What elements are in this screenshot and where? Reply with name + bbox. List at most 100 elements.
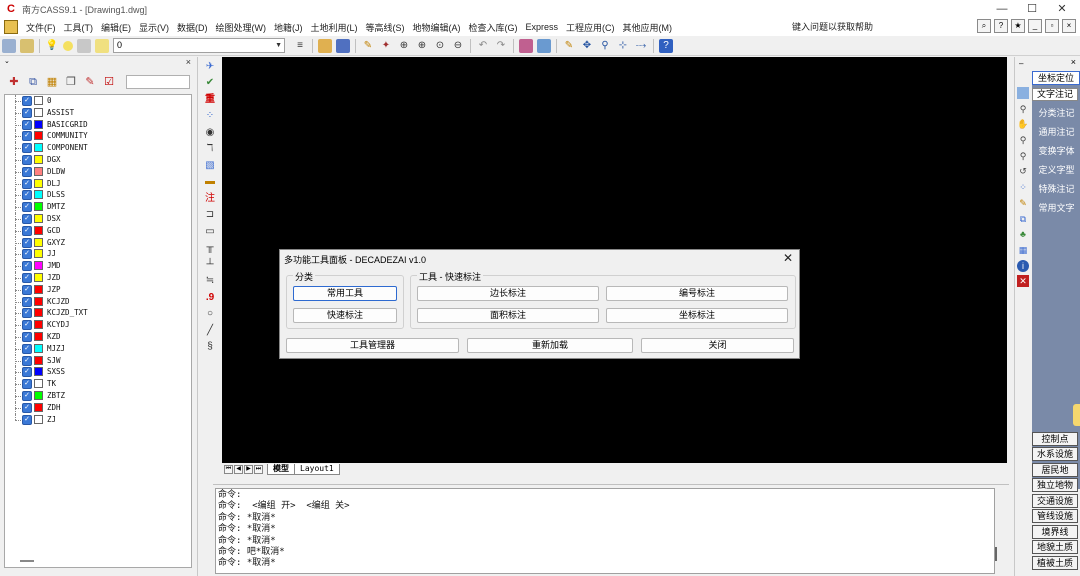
move-icon[interactable]: ✥ (580, 39, 594, 53)
layer-color-swatch[interactable] (34, 131, 43, 141)
freeze-icon[interactable] (77, 38, 91, 53)
tool-manager-button[interactable]: 工具管理器 (286, 338, 459, 353)
layer-visible-checkbox[interactable]: ✓ (22, 331, 32, 342)
layer-properties-icon[interactable]: ▦ (44, 74, 60, 90)
delete-layer-icon[interactable]: ✎ (82, 74, 98, 90)
info-icon[interactable]: i (1017, 259, 1029, 272)
layer-color-swatch[interactable] (34, 143, 43, 153)
trim-icon[interactable]: ⊹ (616, 39, 630, 53)
design-center-icon[interactable] (537, 38, 551, 53)
layer-row[interactable]: ✓ JZD (5, 271, 191, 284)
layer-color-swatch[interactable] (34, 379, 43, 389)
layer-row[interactable]: ✓ DLDW (5, 165, 191, 178)
copy-layer-icon[interactable]: ❐ (63, 74, 79, 90)
layer-visible-checkbox[interactable]: ✓ (22, 320, 32, 331)
layer-states-icon[interactable] (20, 38, 34, 53)
layer-visible-checkbox[interactable]: ✓ (22, 414, 32, 425)
text-annotation-button[interactable]: 文字注记 (1032, 88, 1078, 101)
snap-icon[interactable]: ⚲ (598, 39, 612, 53)
new-layer-icon[interactable]: ✚ (6, 74, 22, 90)
table-icon[interactable]: ▦ (1017, 244, 1029, 256)
help-toolbar-icon[interactable]: ? (659, 38, 673, 53)
plant-icon[interactable]: ♣ (1017, 228, 1029, 240)
layer-manager-icon[interactable] (2, 38, 16, 53)
define-font-item[interactable]: 定义字型 (1032, 164, 1080, 176)
draw-edit-icon[interactable]: ✎ (562, 39, 576, 53)
match-properties-icon[interactable]: ✦ (379, 39, 393, 53)
special-annotation-item[interactable]: 特殊注记 (1032, 183, 1080, 195)
tab-layout1[interactable]: Layout1 (294, 463, 340, 475)
layer-visible-checkbox[interactable]: ✓ (22, 296, 32, 307)
checkmark-icon[interactable]: ☑ (101, 74, 117, 90)
layer-visible-checkbox[interactable]: ✓ (22, 107, 32, 118)
layer-visible-checkbox[interactable]: ✓ (22, 402, 32, 413)
help-icon[interactable]: ? (994, 19, 1008, 33)
open-folder-icon[interactable] (318, 38, 332, 53)
layer-visible-checkbox[interactable]: ✓ (22, 190, 32, 201)
layer-color-swatch[interactable] (34, 355, 43, 365)
layer-color-swatch[interactable] (34, 190, 43, 200)
circle-icon[interactable]: ○ (202, 307, 218, 321)
common-text-item[interactable]: 常用文字 (1032, 202, 1080, 214)
favorites-icon[interactable]: ★ (1011, 19, 1025, 33)
layer-row[interactable]: ✓ DLJ (5, 177, 191, 190)
curve-icon[interactable]: § (202, 340, 218, 354)
layer-color-swatch[interactable] (34, 249, 43, 259)
layer-color-swatch[interactable] (34, 225, 43, 235)
layer-row[interactable]: ✓ COMPONENT (5, 142, 191, 154)
layer-visible-checkbox[interactable]: ✓ (22, 213, 32, 224)
railing-icon[interactable]: ┴ (202, 258, 218, 272)
layer-color-swatch[interactable] (34, 213, 43, 223)
layer-color-swatch[interactable] (34, 272, 43, 282)
menu-edit[interactable]: 编辑(E) (97, 21, 135, 34)
number-label-button[interactable]: 编号标注 (606, 286, 788, 301)
nodes-icon[interactable]: ⁘ (1017, 181, 1029, 193)
layer-visible-checkbox[interactable]: ✓ (22, 178, 32, 189)
layer-filter-icon[interactable]: ⧉ (25, 74, 41, 90)
layer-color-swatch[interactable] (34, 296, 43, 306)
layer-row[interactable]: ✓ DMTZ (5, 201, 191, 213)
plane-icon[interactable]: ✈ (202, 60, 218, 74)
menu-check-import[interactable]: 检查入库(G) (465, 21, 522, 34)
layer-visible-checkbox[interactable]: ✓ (22, 390, 32, 401)
layer-color-swatch[interactable] (34, 119, 43, 129)
redo-icon[interactable]: ↷ (494, 39, 508, 53)
layer-row[interactable]: ✓ JMD (5, 260, 191, 272)
layer-color-swatch[interactable] (34, 202, 43, 212)
pipeline-facility-button[interactable]: 管线设施 (1032, 509, 1078, 523)
layer-color-swatch[interactable] (34, 237, 43, 247)
layer-row[interactable]: ✓ ZJ (5, 413, 191, 426)
first-tab-icon[interactable]: ⏮ (224, 464, 233, 474)
menu-cadastre[interactable]: 地籍(J) (270, 21, 307, 34)
grid-points-icon[interactable]: ⁘ (202, 109, 218, 123)
close-icon[interactable]: × (1071, 57, 1076, 67)
menu-data[interactable]: 数据(D) (173, 21, 212, 34)
water-facility-button[interactable]: 水系设施 (1032, 447, 1078, 461)
menu-view[interactable]: 显示(V) (135, 21, 173, 34)
menu-land-use[interactable]: 土地利用(L) (307, 21, 362, 34)
reload-button[interactable]: 重新加载 (467, 338, 633, 353)
layer-color-swatch[interactable] (34, 154, 43, 164)
layer-color-swatch[interactable] (34, 261, 43, 271)
traffic-facility-button[interactable]: 交通设施 (1032, 494, 1078, 508)
vegetation-soil-button[interactable]: 植被土质 (1032, 556, 1078, 570)
command-scrollbar[interactable] (995, 547, 997, 561)
common-tools-button[interactable]: 常用工具 (293, 286, 397, 301)
classified-annotation-item[interactable]: 分类注记 (1032, 107, 1080, 119)
tab-model[interactable]: 模型 (267, 463, 295, 475)
layer-row[interactable]: ✓ DLSS (5, 189, 191, 202)
panel-menu-icon[interactable]: – (1019, 59, 1023, 68)
layer-row[interactable]: ✓ GCD (5, 224, 191, 237)
help-search-hint[interactable]: 键入问题以获取帮助 (792, 20, 873, 33)
check-draw-icon[interactable]: ✔ (202, 76, 218, 90)
dialog-close-button[interactable]: 关闭 (641, 338, 794, 353)
layer-dropdown[interactable]: 0 ▼ (113, 38, 285, 53)
step-icon[interactable]: ⊐ (202, 208, 218, 222)
layer-row[interactable]: ✓ KZD (5, 330, 191, 343)
layer-visible-checkbox[interactable]: ✓ (22, 249, 32, 260)
layer-visible-checkbox[interactable]: ✓ (22, 154, 32, 165)
coordinate-locate-button[interactable]: 坐标定位 (1032, 71, 1080, 85)
menu-engineering[interactable]: 工程应用(C) (562, 21, 619, 34)
scale-bar-icon[interactable]: ▬ (202, 175, 218, 189)
layer-color-swatch[interactable] (34, 96, 43, 105)
